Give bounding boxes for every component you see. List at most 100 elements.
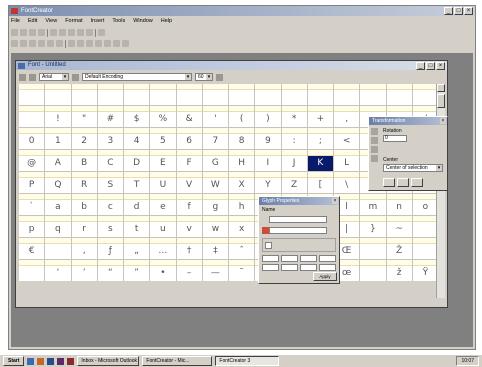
metrics-icon[interactable] bbox=[113, 40, 120, 47]
glyph-cell[interactable]: g bbox=[202, 194, 228, 215]
guideline-icon[interactable] bbox=[104, 40, 111, 47]
glyph-cell[interactable]: ˜ bbox=[229, 260, 255, 281]
glyph-cell[interactable]: h bbox=[229, 194, 255, 215]
glyph-cell[interactable] bbox=[202, 84, 228, 105]
point-icon[interactable] bbox=[38, 40, 45, 47]
glyph-cell[interactable]: ž bbox=[386, 260, 412, 281]
glyph-properties-close-icon[interactable]: × bbox=[332, 198, 338, 204]
glyph-cell[interactable]: f bbox=[176, 194, 202, 215]
glyph-cell[interactable] bbox=[176, 84, 202, 105]
glyph-cell[interactable]: 1 bbox=[45, 128, 71, 149]
glyph-cell[interactable]: # bbox=[97, 106, 123, 127]
glyph-cell[interactable]: ‡ bbox=[202, 238, 228, 259]
glyph-cell[interactable] bbox=[97, 84, 123, 105]
glyph-cell[interactable]: + bbox=[307, 106, 333, 127]
curve-icon[interactable] bbox=[56, 40, 63, 47]
pointer-icon[interactable] bbox=[11, 40, 18, 47]
glyph-cell[interactable]: B bbox=[71, 150, 97, 171]
glyph-cell[interactable]: , bbox=[334, 106, 360, 127]
encoding-select[interactable]: Default Encoding bbox=[82, 73, 192, 81]
glyph-cell[interactable]: q bbox=[45, 216, 71, 237]
glyph-cell[interactable]: b bbox=[71, 194, 97, 215]
glyph-cell[interactable]: ‚ bbox=[71, 238, 97, 259]
task-fontcreator[interactable]: FontCreator 3 bbox=[215, 356, 280, 366]
glyph-cell[interactable]: ” bbox=[124, 260, 150, 281]
glyph-cell[interactable]: T bbox=[124, 172, 150, 193]
glyph-cell[interactable] bbox=[334, 84, 360, 105]
glyph-cell[interactable]: C bbox=[97, 150, 123, 171]
glyph-cell[interactable]: Ž bbox=[386, 238, 412, 259]
glyph-cell[interactable]: 4 bbox=[124, 128, 150, 149]
glyph-cell[interactable]: K bbox=[307, 150, 333, 171]
glyph-cell[interactable]: [ bbox=[307, 172, 333, 193]
glyph-cell[interactable]: † bbox=[176, 238, 202, 259]
glyph-cell[interactable]: W bbox=[202, 172, 228, 193]
zoom-icon[interactable] bbox=[20, 40, 27, 47]
glyph-cell[interactable] bbox=[281, 84, 307, 105]
glyph-cell[interactable] bbox=[150, 84, 176, 105]
close-button[interactable]: × bbox=[464, 7, 473, 15]
transformation-titlebar[interactable]: Transformation × bbox=[369, 117, 447, 125]
task-fontcreator-doc[interactable]: FontCreator - Mic... bbox=[142, 356, 213, 366]
minimize-button[interactable]: _ bbox=[444, 7, 453, 15]
glyph-cell[interactable]: J bbox=[281, 150, 307, 171]
metric-field[interactable] bbox=[262, 264, 279, 271]
rotate-icon[interactable] bbox=[86, 40, 93, 47]
glyph-cell[interactable]: G bbox=[202, 150, 228, 171]
glyph-cell[interactable]: Q bbox=[45, 172, 71, 193]
glyph-cell[interactable]: ˆ bbox=[229, 238, 255, 259]
encoding-icon[interactable] bbox=[72, 73, 79, 81]
metric-field[interactable] bbox=[262, 255, 279, 262]
glyph-cell[interactable]: * bbox=[281, 106, 307, 127]
paste-icon[interactable] bbox=[68, 29, 75, 36]
tab-rotate-icon[interactable] bbox=[371, 137, 378, 144]
glyph-cell[interactable]: d bbox=[124, 194, 150, 215]
glyph-cell[interactable]: D bbox=[124, 150, 150, 171]
maximize-button[interactable]: □ bbox=[454, 7, 463, 15]
glyph-cell[interactable] bbox=[229, 84, 255, 105]
glyph-cell[interactable]: x bbox=[229, 216, 255, 237]
ellipse-icon[interactable] bbox=[77, 40, 84, 47]
glyph-cell[interactable]: H bbox=[229, 150, 255, 171]
glyph-cell[interactable]: 2 bbox=[71, 128, 97, 149]
glyph-cell[interactable]: E bbox=[150, 150, 176, 171]
transform-copy-icon[interactable] bbox=[397, 178, 409, 187]
glyph-cell[interactable]: L bbox=[334, 150, 360, 171]
glyph-cell[interactable]: p bbox=[19, 216, 45, 237]
glyph-cell[interactable] bbox=[71, 84, 97, 105]
glyph-cell[interactable]: 9 bbox=[255, 128, 281, 149]
glyph-name-input[interactable] bbox=[269, 216, 327, 223]
scroll-thumb[interactable] bbox=[437, 94, 445, 108]
glyph-flag-checkbox[interactable] bbox=[265, 242, 272, 249]
glyph-cell[interactable]: \ bbox=[334, 172, 360, 193]
metric-field[interactable] bbox=[300, 255, 317, 262]
glyph-cell[interactable]: € bbox=[19, 238, 45, 259]
scroll-up-arrow-icon[interactable] bbox=[437, 84, 445, 92]
sort-icon[interactable] bbox=[29, 73, 36, 81]
glyph-cell[interactable]: ƒ bbox=[97, 238, 123, 259]
glyph-cell[interactable]: 0 bbox=[19, 128, 45, 149]
glyph-cell[interactable] bbox=[412, 84, 438, 105]
glyph-cell[interactable] bbox=[124, 84, 150, 105]
glyph-cell[interactable]: 5 bbox=[150, 128, 176, 149]
copy-icon[interactable] bbox=[59, 29, 66, 36]
glyph-cell[interactable]: : bbox=[281, 128, 307, 149]
app-titlebar[interactable]: FontCreator _ □ × bbox=[9, 6, 475, 16]
glyph-cell[interactable]: v bbox=[176, 216, 202, 237]
glyph-cell[interactable] bbox=[360, 84, 386, 105]
glyph-cell[interactable] bbox=[45, 238, 71, 259]
mirror-icon[interactable] bbox=[95, 40, 102, 47]
menu-window[interactable]: Window bbox=[133, 17, 153, 26]
glyph-cell[interactable]: 7 bbox=[202, 128, 228, 149]
glyph-cell[interactable]: • bbox=[150, 260, 176, 281]
glyph-cell[interactable]: n bbox=[386, 194, 412, 215]
open-icon[interactable] bbox=[20, 29, 27, 36]
quicklaunch-desktop-icon[interactable] bbox=[47, 357, 55, 365]
glyph-cell[interactable] bbox=[360, 238, 386, 259]
glyph-cell[interactable]: " bbox=[71, 106, 97, 127]
zoom-select[interactable]: 60 bbox=[195, 73, 213, 81]
transform-apply-icon[interactable] bbox=[383, 178, 395, 187]
glyph-cell[interactable]: Ÿ bbox=[412, 260, 438, 281]
quicklaunch-media-icon[interactable] bbox=[57, 357, 65, 365]
glyph-cell[interactable] bbox=[45, 84, 71, 105]
